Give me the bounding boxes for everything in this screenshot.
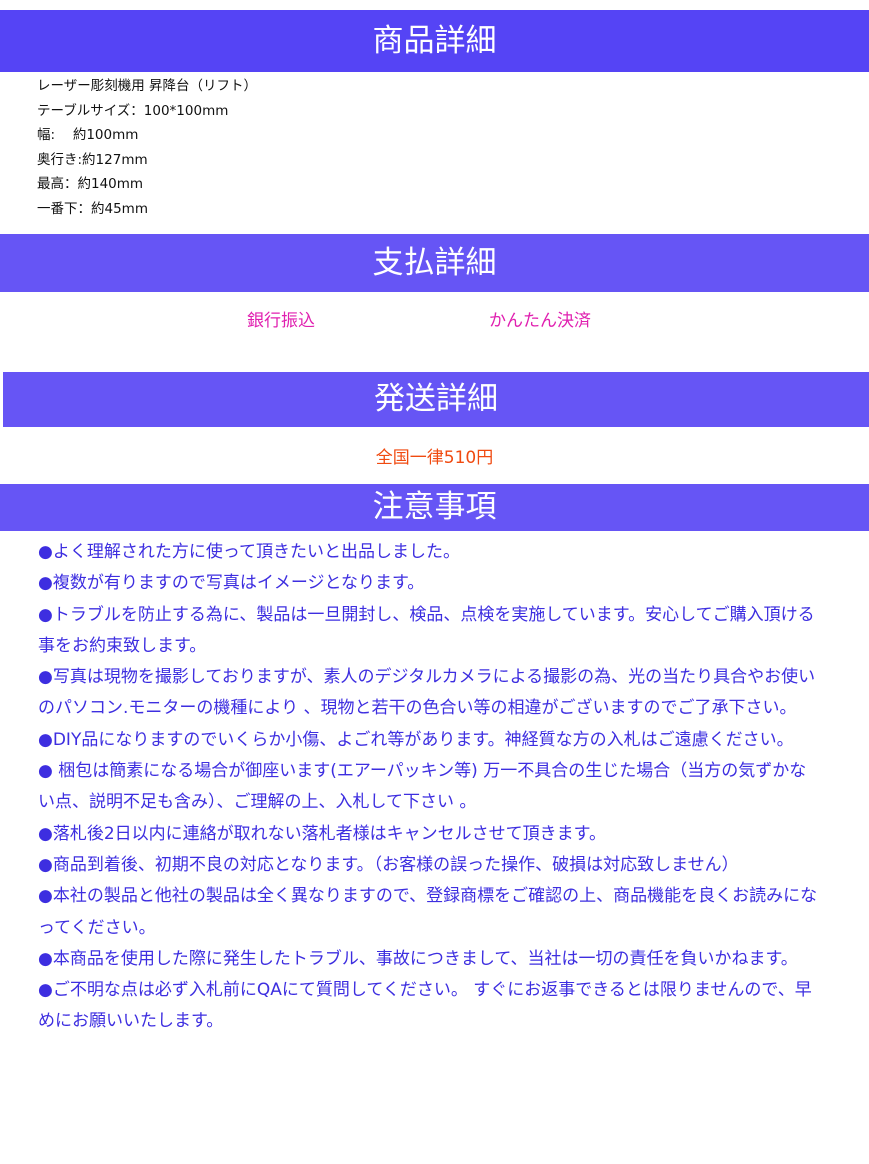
note-item: ●写真は現物を撮影しておりますが、素人のデジタルカメラによる撮影の為、光の当たり… [38,667,816,719]
spec-line: 幅: 約100mm [37,127,139,143]
spec-line: 最高：約140mm [37,176,144,192]
payment-method-bank-transfer: 銀行振込 [247,311,315,331]
note-item: ●トラブルを防止する為に、製品は一旦開封し、検品、点検を実施しています。安心して… [38,604,815,656]
shipping-details-header: 発送詳細 [3,372,869,427]
spec-line: 一番下：約45mm [37,200,148,217]
product-spec-list: レーザー彫刻機用 昇降台（リフト） テーブルサイズ：100*100mm 幅: 約… [37,74,257,221]
note-item: ●DIY品になりますのでいくらか小傷、よごれ等があります。神経質な方の入札はご遠… [38,729,794,750]
spec-line: 奥行き:約127mm [37,151,148,168]
note-item: ●よく理解された方に使って頂きたいと出品しました。 [38,542,460,562]
note-item: ●落札後2日以内に連絡が取れない落札者様はキャンセルさせて頂きます。 [38,823,606,844]
note-item: ●ご不明な点は必ず入札前にQAにて質問してください。 すぐにお返事できるとは限り… [38,980,812,1032]
spec-line: レーザー彫刻機用 昇降台（リフト） [37,78,258,94]
shipping-fee: 全国一律510円 [375,448,494,468]
note-item: ●商品到着後、初期不良の対応となります。（お客様の誤った操作、破損は対応致しませ… [38,854,739,875]
note-item: ●複数が有りますので写真はイメージとなります。 [38,573,425,594]
notes-header: 注意事項 [0,484,869,531]
note-item: ●本商品を使用した際に発生したトラブル、事故につきまして、当社は一切の責任を負い… [38,948,798,969]
note-item: ●本社の製品と他社の製品は全く異なりますので、登録商標をご確認の上、商品機能を良… [38,886,818,938]
product-details-header: 商品詳細 [0,10,869,72]
note-item: ● 梱包は簡素になる場合が御座います(エアーパッキン等) 万一不具合の生じた場合… [38,761,807,813]
payment-method-easy-payment: かんたん決済 [489,311,591,331]
notes-list: ●よく理解された方に使って頂きたいと出品しました。 ●複数が有りますので写真はイ… [38,537,818,1038]
spec-line: テーブルサイズ：100*100mm [37,102,229,119]
payment-details-header: 支払詳細 [0,234,869,292]
